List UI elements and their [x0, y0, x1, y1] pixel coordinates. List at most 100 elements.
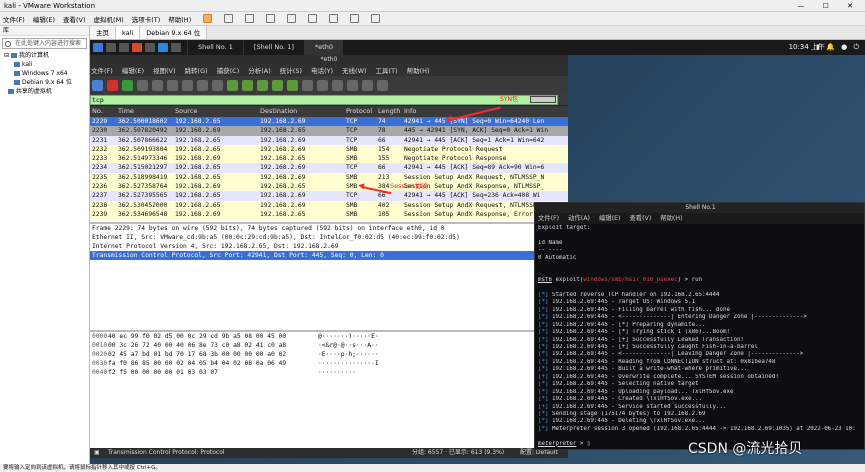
colorize-icon[interactable]	[317, 79, 328, 91]
resize-columns-icon[interactable]	[377, 79, 388, 91]
bytes-row[interactable]: 0030 fa f0 86 85 00 00 02 04 05 b4 04 02 …	[90, 359, 568, 368]
col-protocol[interactable]: Protocol	[346, 106, 378, 117]
go-back-icon[interactable]	[227, 79, 238, 91]
tab-kali[interactable]: kali	[116, 26, 141, 39]
term-menu-item-0[interactable]: 文件(F)	[538, 213, 559, 224]
stop-capture-icon[interactable]	[107, 79, 118, 91]
packet-list[interactable]: No. Time Source Destination Protocol Len…	[90, 106, 568, 222]
ws-menu-item-0[interactable]: 文件(F)	[91, 65, 113, 75]
col-destination[interactable]: Destination	[260, 106, 346, 117]
packet-row[interactable]: 2231 362.507866622 192.168.2.65 192.168.2.6…	[90, 135, 568, 145]
shark-fin-start-icon[interactable]	[92, 79, 103, 91]
find-packet-icon[interactable]	[212, 79, 223, 91]
terminal-output[interactable]: Exploit target: Id Name -- ---- 0 Automa…	[535, 225, 864, 449]
filter-buttons[interactable]	[530, 96, 556, 103]
system-tray[interactable]: ▮ 🔔 ● ⏻	[816, 40, 861, 55]
zoom-in-icon[interactable]	[332, 79, 343, 91]
restart-capture-icon[interactable]	[122, 79, 133, 91]
bytes-row[interactable]: 0000 40 ec 99 f0 02 d5 00 0c 29 cd 9b a5 …	[90, 332, 568, 341]
reload-icon[interactable]	[197, 79, 208, 91]
wireshark-launcher-icon[interactable]	[158, 43, 168, 52]
taskbar-wireshark[interactable]: *eth0	[303, 40, 343, 55]
go-forward-icon[interactable]	[242, 79, 253, 91]
tree-item-kali[interactable]: kali	[4, 60, 89, 69]
firefox-launcher-icon[interactable]	[132, 43, 142, 52]
workspace-icon[interactable]	[106, 43, 116, 52]
vm-menu-item-5[interactable]: 帮助(H)	[168, 14, 191, 24]
save-file-icon[interactable]	[167, 79, 178, 91]
library-search-input[interactable]: 在此处键入内容进行搜索	[2, 38, 87, 49]
packet-row[interactable]: 2232 362.509193804 192.168.2.65 192.168.2.6…	[90, 144, 568, 155]
ws-menu-item-1[interactable]: 编辑(E)	[122, 65, 144, 75]
files-launcher-icon[interactable]	[145, 43, 155, 52]
taskbar-shell-2[interactable]: [Shell No. 1]	[242, 40, 304, 55]
ws-menu-item-4[interactable]: 捕获(C)	[217, 65, 240, 75]
packet-details-pane[interactable]: Frame 2229: 74 bytes on wire (592 bits),…	[90, 222, 568, 330]
packet-row[interactable]: 2237 362.527395565 192.168.2.65 192.168.2.6…	[90, 191, 568, 201]
close-file-icon[interactable]	[182, 79, 193, 91]
terminal-window[interactable]: Shell No.1 文件(F) 动作(A) 编辑(E) 查看(V) 帮助(H) Exp…	[534, 202, 865, 450]
col-length[interactable]: Length	[378, 106, 404, 117]
send-keys-icon[interactable]	[224, 14, 234, 23]
tab-debian[interactable]: Debian 9.x 64 位	[140, 26, 208, 39]
col-source[interactable]: Source	[175, 106, 261, 117]
zoom-out-icon[interactable]	[347, 79, 358, 91]
window-controls[interactable]: — ☐ ✕	[797, 0, 861, 12]
tree-root-my-computer[interactable]: ⊟ 我的计算机	[4, 51, 89, 60]
term-menu-item-1[interactable]: 动作(A)	[568, 213, 590, 224]
ws-menu-item-7[interactable]: 电话(Y)	[311, 65, 333, 75]
manage-snapshot-icon[interactable]	[287, 14, 297, 23]
term-menu-item-2[interactable]: 编辑(E)	[599, 213, 621, 224]
autoscroll-icon[interactable]	[302, 79, 313, 91]
vm-menu-item-0[interactable]: 文件(F)	[3, 14, 25, 24]
display-filter-input[interactable]: tcp	[90, 95, 558, 105]
term-menu-item-4[interactable]: 帮助(H)	[660, 213, 682, 224]
bytes-row[interactable]: 0010 00 3c 26 72 40 00 40 06 8e 73 c0 a8 …	[90, 341, 568, 350]
pause-icon[interactable]	[203, 14, 213, 23]
packet-row[interactable]: 2238 362.530452000 192.168.2.65 192.168.2.6…	[90, 200, 568, 210]
detail-ethernet[interactable]: Ethernet II, Src: VMware_cd:9b:a5 (00:0c…	[90, 233, 568, 242]
taskbar-shell-1[interactable]: Shell No. 1	[187, 40, 243, 55]
term-menu-item-3[interactable]: 查看(V)	[629, 213, 651, 224]
terminal-launcher-icon[interactable]	[119, 43, 129, 52]
console-icon[interactable]	[371, 14, 381, 23]
ws-menu-item-5[interactable]: 分析(A)	[248, 65, 271, 75]
last-packet-icon[interactable]	[287, 79, 298, 91]
detail-tcp[interactable]: Transmission Control Protocol, Src Port:…	[90, 251, 568, 260]
packet-row[interactable]: 2233 362.514973346 192.168.2.69 192.168.2.6…	[90, 154, 568, 164]
bytes-row[interactable]: 0020 02 45 a7 bd 01 bd 70 17 68 3b 00 00 …	[90, 350, 568, 359]
tree-item-debian[interactable]: Debian 9.x 64 位	[4, 78, 89, 87]
packet-row[interactable]: 2239 362.534696548 192.168.2.69 192.168.2.6…	[90, 209, 568, 220]
app-launcher-icon[interactable]	[171, 43, 181, 52]
col-no[interactable]: No.	[92, 106, 116, 117]
ws-menu-item-6[interactable]: 统计(S)	[280, 65, 302, 75]
status-expert-icon[interactable]: ▣	[94, 448, 100, 458]
vm-menu-item-1[interactable]: 编辑(E)	[33, 14, 55, 24]
vm-menu-item-4[interactable]: 选项卡(T)	[132, 14, 161, 24]
col-time[interactable]: Time	[118, 106, 174, 117]
unity-icon[interactable]	[350, 14, 360, 23]
fullscreen-icon[interactable]	[329, 14, 339, 23]
ws-menu-item-8[interactable]: 无线(W)	[342, 65, 367, 75]
ws-menu-item-9[interactable]: 工具(T)	[376, 65, 398, 75]
kali-menu-icon[interactable]	[93, 43, 103, 52]
snapshot-icon[interactable]	[245, 14, 255, 23]
detail-frame[interactable]: Frame 2229: 74 bytes on wire (592 bits),…	[90, 224, 568, 233]
view-icon[interactable]	[308, 14, 318, 23]
revert-icon[interactable]	[266, 14, 276, 23]
open-file-icon[interactable]	[152, 79, 163, 91]
ws-menu-item-10[interactable]: 帮助(H)	[407, 65, 430, 75]
go-to-packet-icon[interactable]	[257, 79, 268, 91]
packet-row[interactable]: 2230 362.507820492 192.168.2.69 192.168.2.6…	[90, 126, 568, 136]
vm-menu-item-3[interactable]: 虚拟机(M)	[94, 14, 124, 24]
first-packet-icon[interactable]	[272, 79, 283, 91]
capture-options-icon[interactable]	[137, 79, 148, 91]
tree-shared-vms[interactable]: 共享的虚拟机	[4, 87, 89, 96]
packet-row[interactable]: 2235 362.518998419 192.168.2.65 192.168.2.6…	[90, 172, 568, 183]
packet-row[interactable]: 2236 362.527358764 192.168.2.69 192.168.2.6…	[90, 182, 568, 192]
ws-menu-item-3[interactable]: 跳转(G)	[185, 65, 208, 75]
bytes-row[interactable]: 0040 f2 f5 00 00 00 00 01 03 03 07 ·······…	[90, 368, 568, 377]
tab-home[interactable]: 主页	[90, 26, 116, 39]
packet-bytes-pane[interactable]: 0000 40 ec 99 f0 02 d5 00 0c 29 cd 9b a5 …	[90, 330, 568, 448]
kali-guest-screen[interactable]: Shell No. 1 [Shell No. 1] *eth0 10:34 上午…	[90, 40, 865, 464]
